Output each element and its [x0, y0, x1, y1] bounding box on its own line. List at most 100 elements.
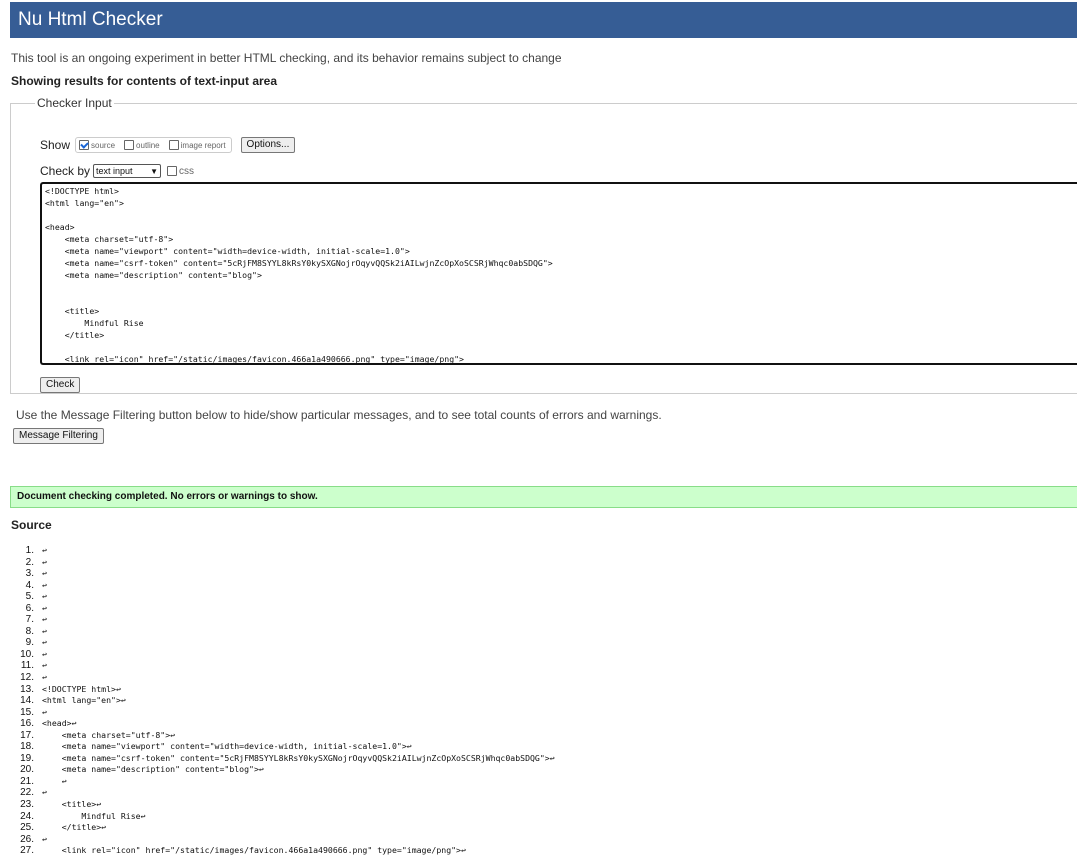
source-line-number: 10.	[20, 648, 34, 660]
show-source-option[interactable]: source	[79, 140, 115, 150]
show-options-row: Show source outline image report Options…	[40, 137, 296, 153]
source-line: 7. ↩	[0, 614, 1077, 626]
textarea-line: <link rel="icon" href="/static/images/fa…	[45, 354, 464, 364]
show-image-report-label: image report	[180, 140, 226, 150]
source-line: 2. ↩	[0, 557, 1077, 569]
source-line-code: ↩	[42, 625, 47, 636]
source-line-number: 6.	[25, 602, 34, 614]
textarea-line: <!DOCTYPE html>	[45, 186, 119, 196]
source-line-code: ↩	[42, 579, 47, 590]
source-line-code: <meta name="viewport" content="width=dev…	[42, 741, 412, 752]
showing-results-heading: Showing results for contents of text-inp…	[11, 74, 278, 88]
source-line-code: ↩	[42, 602, 47, 613]
source-line-code: ↩	[42, 660, 47, 671]
source-line-code: ↩	[42, 775, 67, 786]
message-filtering-note: Use the Message Filtering button below t…	[16, 408, 662, 422]
source-line-number: 4.	[25, 579, 34, 591]
source-heading: Source	[11, 518, 52, 532]
source-line: 20. <meta name="description" content="bl…	[0, 764, 1077, 776]
source-line-code: ↩	[42, 787, 47, 798]
source-line: 27. <link rel="icon" href="/static/image…	[0, 845, 1077, 857]
source-line-code: <meta name="csrf-token" content="5cRjFM8…	[42, 752, 555, 763]
intro-text: This tool is an ongoing experiment in be…	[11, 51, 562, 65]
source-line-number: 14.	[20, 695, 34, 707]
source-line-number: 20.	[20, 764, 34, 776]
source-line-number: 3.	[25, 568, 34, 580]
source-line-number: 25.	[20, 822, 34, 834]
source-line-code: ↩	[42, 672, 47, 683]
source-line-code: ↩	[42, 568, 47, 579]
check-button[interactable]: Check	[40, 377, 81, 393]
source-line: 17. <meta charset="utf-8">↩	[0, 730, 1077, 742]
source-line: 19. <meta name="csrf-token" content="5cR…	[0, 753, 1077, 765]
source-line: 16. <head>↩	[0, 718, 1077, 730]
show-outline-checkbox[interactable]	[124, 140, 135, 150]
source-line-number: 23.	[20, 799, 34, 811]
show-outline-label: outline	[136, 140, 160, 150]
source-line: 8. ↩	[0, 626, 1077, 638]
source-line: 3. ↩	[0, 568, 1077, 580]
source-line: 23. <title>↩	[0, 799, 1077, 811]
source-line: 26. ↩	[0, 834, 1077, 846]
source-line-number: 7.	[25, 614, 34, 626]
source-line-number: 22.	[20, 787, 34, 799]
textarea-line: <meta name="csrf-token" content="5cRjFM8…	[45, 258, 553, 268]
source-line: 11. ↩	[0, 660, 1077, 672]
source-line-code: </title>↩	[42, 822, 107, 833]
app-header: Nu Html Checker	[10, 2, 1077, 38]
source-line-number: 17.	[20, 729, 34, 741]
source-line-code: <!DOCTYPE html>↩	[42, 683, 121, 694]
source-line-number: 24.	[20, 810, 34, 822]
source-line-number: 19.	[20, 752, 34, 764]
source-line-code: <head>↩	[42, 718, 77, 729]
source-line-code: ↩	[42, 556, 47, 567]
source-line-number: 2.	[25, 556, 34, 568]
options-button[interactable]: Options...	[240, 137, 296, 153]
source-line-code: <html lang="en">↩	[42, 695, 126, 706]
source-line-code: <meta charset="utf-8">↩	[42, 729, 176, 740]
source-line-number: 21.	[20, 775, 34, 787]
source-line-number: 16.	[20, 718, 34, 730]
source-line: 5. ↩	[0, 591, 1077, 603]
textarea-line: <meta name="viewport" content="width=dev…	[45, 246, 410, 256]
checker-input-fieldset: Checker Input Show source outline image …	[10, 96, 1077, 394]
chevron-down-icon: ▼	[150, 166, 159, 176]
source-line-code: ↩	[42, 706, 47, 717]
show-image-report-checkbox[interactable]	[168, 140, 179, 150]
source-line-number: 26.	[20, 833, 34, 845]
show-source-checkbox[interactable]	[79, 140, 90, 150]
check-by-select[interactable]: text input ▼	[93, 164, 162, 178]
source-line-number: 1.	[25, 545, 34, 556]
source-line-code: <title>↩	[42, 799, 102, 810]
source-line: 12. ↩	[0, 672, 1077, 684]
check-by-select-value: text input	[96, 166, 133, 176]
source-line-code: ↩	[42, 545, 47, 555]
textarea-line	[45, 293, 1074, 305]
source-line: 24. Mindful Rise↩	[0, 811, 1077, 823]
source-line: 13. <!DOCTYPE html>↩	[0, 684, 1077, 696]
source-line-code: <meta name="description" content="blog">…	[42, 764, 264, 775]
source-line-code: ↩	[42, 637, 47, 648]
source-line: 1. ↩	[0, 545, 1077, 557]
textarea-line	[45, 341, 1074, 353]
show-outline-option[interactable]: outline	[124, 140, 160, 150]
source-textarea-content: <!DOCTYPE html> <html lang="en"> <head> <…	[42, 184, 1077, 364]
source-listing: 1. ↩ 2. ↩ 3. ↩ 4. ↩ 5. ↩ 6. ↩ 7. ↩ 8. ↩ 9. ↩ 10. ↩ 11. ↩ 12. ↩ 1…	[0, 545, 1077, 857]
css-option[interactable]: css	[167, 166, 194, 177]
source-textarea[interactable]: <!DOCTYPE html> <html lang="en"> <head> <…	[40, 182, 1077, 365]
show-image-report-option[interactable]: image report	[168, 140, 226, 150]
source-line-number: 5.	[25, 591, 34, 603]
textarea-line: Mindful Rise	[45, 318, 144, 328]
source-line-number: 27.	[20, 845, 34, 857]
source-line: 21. ↩	[0, 776, 1077, 788]
message-filtering-button[interactable]: Message Filtering	[13, 428, 104, 444]
textarea-line: <meta name="description" content="blog">	[45, 270, 262, 280]
checker-input-legend: Checker Input	[37, 96, 112, 110]
source-line-number: 8.	[25, 625, 34, 637]
source-line: 18. <meta name="viewport" content="width…	[0, 741, 1077, 753]
source-line: 22. ↩	[0, 787, 1077, 799]
css-checkbox[interactable]	[167, 166, 178, 176]
source-line: 6. ↩	[0, 603, 1077, 615]
source-line-code: ↩	[42, 833, 47, 844]
css-label: css	[179, 165, 195, 177]
